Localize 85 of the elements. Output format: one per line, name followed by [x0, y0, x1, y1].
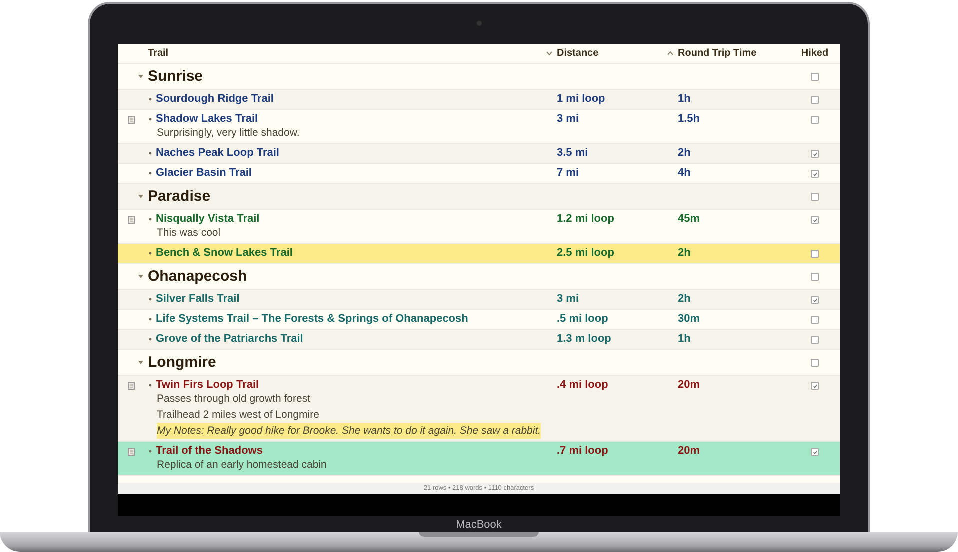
sort-caret-icon: [667, 51, 674, 56]
trail-name: Life Systems Trail – The Forests & Springs of Ohanapecosh: [156, 313, 468, 325]
distance-value: 7 mi: [557, 167, 580, 179]
checkbox[interactable]: [811, 116, 819, 124]
time-value: 2h: [678, 247, 692, 259]
trail-name: Grove of the Patriarchs Trail: [156, 333, 304, 345]
bullet-icon: [149, 218, 152, 220]
device-label: MacBook: [456, 518, 502, 531]
checkbox[interactable]: [811, 170, 819, 178]
time-value: 1.5h: [678, 113, 702, 125]
bullet-icon: [149, 450, 152, 452]
note-icon[interactable]: [128, 382, 134, 390]
trail-name: Twin Firs Loop Trail: [156, 379, 260, 391]
distance-value: .7 mi loop: [557, 445, 610, 457]
disclosure-triangle-icon[interactable]: [138, 194, 144, 199]
note-text: This was cool: [156, 226, 222, 241]
bullet-icon: [149, 384, 152, 386]
note-icon[interactable]: [128, 116, 134, 124]
trail-name: Naches Peak Loop Trail: [156, 147, 280, 159]
checkbox[interactable]: [811, 96, 819, 104]
time-value: 2h: [678, 293, 692, 305]
bullet-icon: [149, 298, 152, 300]
note-text: Surprisingly, very little shadow.: [156, 126, 301, 141]
checkbox[interactable]: [811, 358, 819, 366]
time-value: 2h: [678, 147, 692, 159]
note-text: Trailhead 2 miles west of Longmire: [156, 408, 320, 423]
distance-value: 3 mi: [557, 293, 580, 305]
note-text: Passes through old growth forest: [156, 392, 312, 407]
column-header[interactable]: Hiked: [801, 48, 829, 59]
sort-caret-icon: [546, 51, 553, 56]
note-icon[interactable]: [128, 216, 134, 224]
trail-name: Silver Falls Trail: [156, 293, 240, 305]
disclosure-triangle-icon[interactable]: [138, 74, 144, 79]
distance-value: 2.5 mi loop: [557, 247, 616, 259]
disclosure-triangle-icon[interactable]: [138, 274, 144, 279]
checkbox[interactable]: [811, 448, 819, 456]
disclosure-triangle-icon[interactable]: [138, 360, 144, 365]
checkbox[interactable]: [811, 336, 819, 344]
trail-name: Glacier Basin Trail: [156, 167, 252, 179]
bullet-icon: [149, 318, 152, 320]
checkbox[interactable]: [811, 316, 819, 324]
bullet-icon: [149, 172, 152, 174]
checkbox[interactable]: [811, 382, 819, 390]
checkbox[interactable]: [811, 250, 819, 258]
time-value: 30m: [678, 313, 702, 325]
checkbox[interactable]: [811, 296, 819, 304]
distance-value: 1.3 m loop: [557, 333, 612, 345]
distance-value: 1 mi loop: [557, 93, 606, 105]
bullet-icon: [149, 118, 152, 120]
bullet-icon: [149, 252, 152, 254]
bullet-icon: [149, 338, 152, 340]
checkbox[interactable]: [811, 192, 819, 200]
checkbox[interactable]: [811, 72, 819, 80]
trail-name: Sourdough Ridge Trail: [156, 93, 274, 105]
trail-name: Nisqually Vista Trail: [156, 213, 260, 225]
camera-icon: [476, 21, 482, 26]
checkbox[interactable]: [811, 216, 819, 224]
time-value: 45m: [678, 213, 702, 225]
trail-name: Bench & Snow Lakes Trail: [156, 247, 293, 259]
time-value: 20m: [678, 445, 702, 457]
distance-value: 1.2 mi loop: [557, 213, 616, 225]
checkbox[interactable]: [811, 150, 819, 158]
distance-value: .5 mi loop: [557, 313, 610, 325]
distance-value: .4 mi loop: [557, 379, 610, 391]
bullet-icon: [149, 98, 152, 100]
time-value: 20m: [678, 379, 702, 391]
trail-name: Trail of the Shadows: [156, 445, 263, 457]
time-value: 4h: [678, 167, 692, 179]
time-value: 1h: [678, 333, 692, 345]
group-title: Longmire: [148, 354, 216, 371]
group-title: Paradise: [148, 188, 211, 205]
distance-value: 3.5 mi: [557, 147, 590, 159]
column-header[interactable]: Distance: [546, 48, 599, 59]
time-value: 1h: [678, 93, 692, 105]
bullet-icon: [149, 152, 152, 154]
trail-name: Shadow Lakes Trail: [156, 113, 258, 125]
checkbox[interactable]: [811, 272, 819, 280]
distance-value: 3 mi: [557, 113, 580, 125]
group-title: Ohanapecosh: [148, 268, 248, 285]
column-header[interactable]: Round Trip Time: [667, 48, 757, 59]
note-icon[interactable]: [128, 448, 134, 456]
column-header[interactable]: Trail: [148, 48, 169, 59]
group-title: Sunrise: [148, 68, 204, 85]
note-text: Replica of an early homestead cabin: [156, 458, 328, 473]
note-text: My Notes: Really good hike for Brooke. She wants to do it again. She saw a rabbit.: [157, 423, 542, 439]
